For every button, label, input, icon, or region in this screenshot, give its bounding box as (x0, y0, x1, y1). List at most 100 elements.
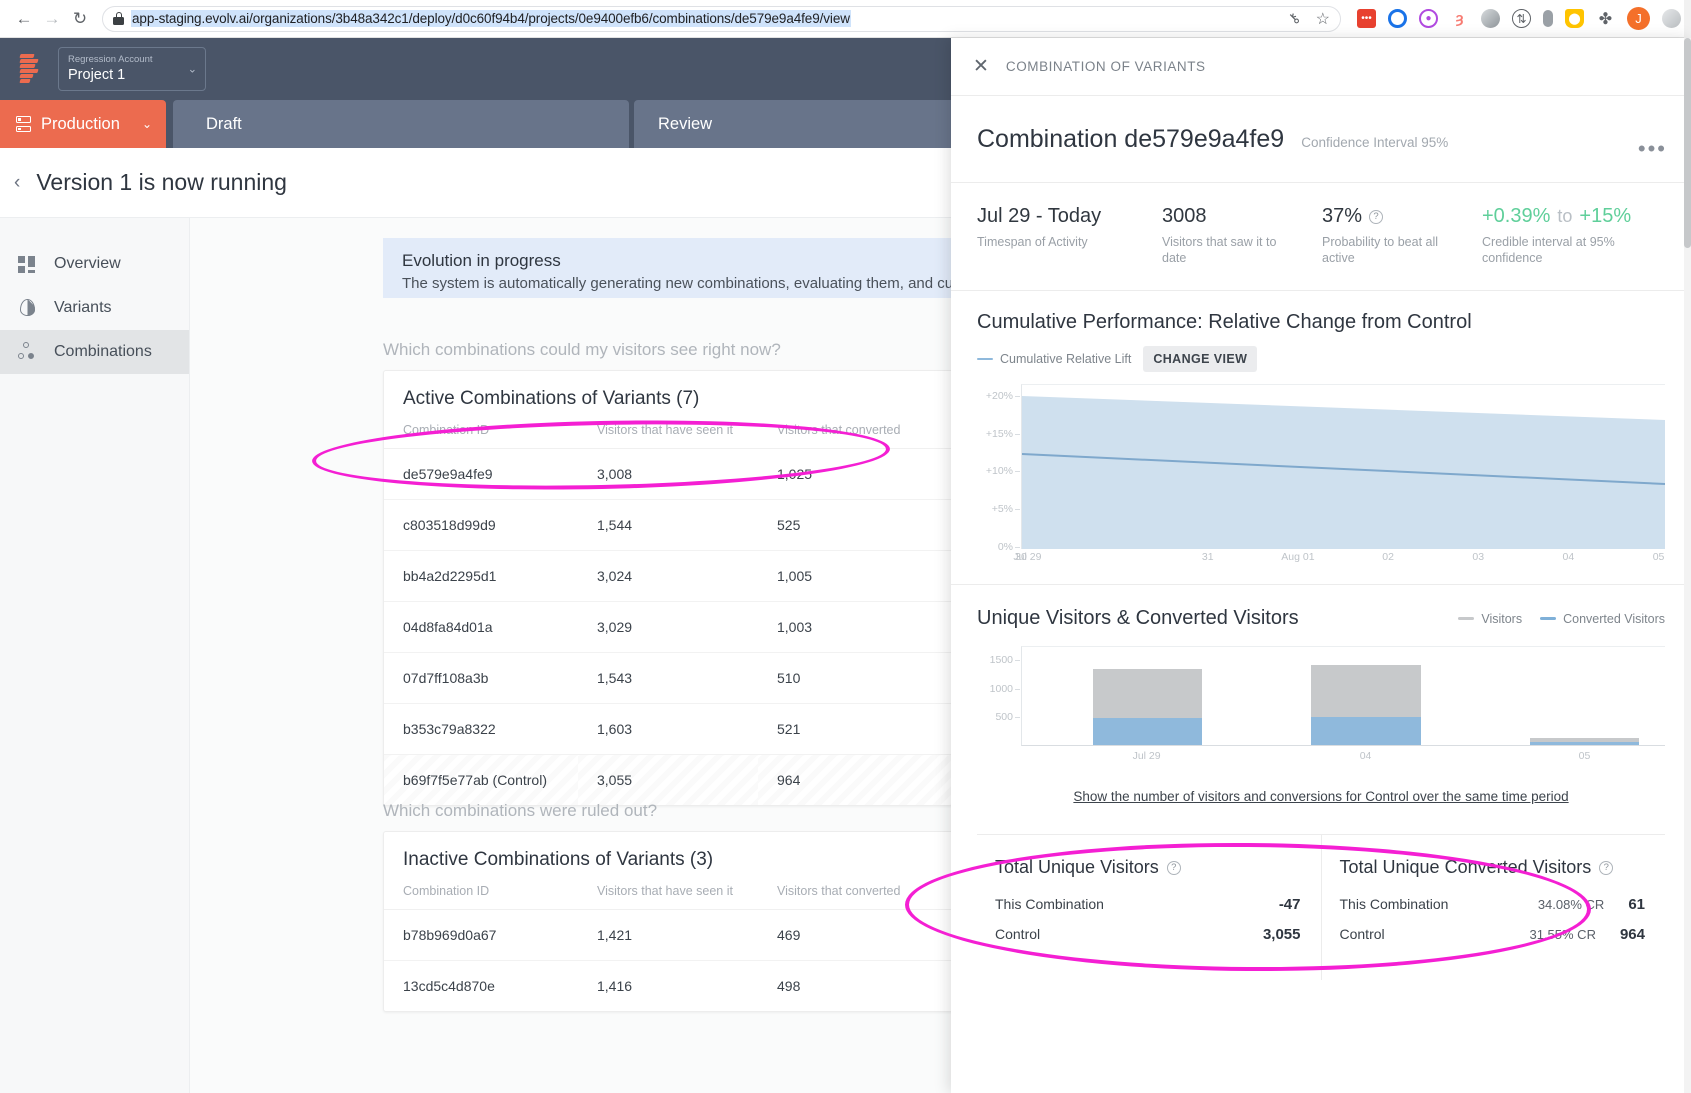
x-tick-label: 31 (1201, 551, 1214, 563)
total-row: Control 31.55% CR 964 (1340, 926, 1646, 943)
question-inactive-combinations: Which combinations were ruled out? (383, 801, 658, 820)
bar-chart: 1500 1000 500 Jul 29 04 05 (977, 646, 1665, 771)
sidebar-item-combinations[interactable]: Combinations (0, 330, 189, 374)
extensions-row: ••• ● ȝ ⇅ ⬤ ✤ J (1347, 7, 1681, 30)
extension-shield-icon[interactable]: ⬤ (1565, 9, 1584, 28)
combination-detail-panel: ✕ COMBINATION OF VARIANTS Combination de… (951, 38, 1691, 1093)
legend-converted-visitors: Converted Visitors (1540, 612, 1665, 626)
project-selector[interactable]: Regression Account Project 1 ⌄ (58, 47, 206, 91)
stat-label: Timespan of Activity (977, 235, 1088, 249)
stat-joiner: to (1557, 206, 1573, 226)
chart-title: Cumulative Performance: Relative Change … (977, 311, 1472, 333)
stat-value: Jul 29 - Today (977, 205, 1102, 227)
close-icon[interactable]: ✕ (973, 57, 989, 76)
password-key-icon[interactable]: ⚷ (1285, 9, 1304, 28)
tab-draft-label: Draft (206, 114, 242, 133)
y-tick-label: 500 (995, 711, 1020, 723)
panel-header: ✕ COMBINATION OF VARIANTS (951, 38, 1691, 96)
x-tick-label: 02 (1382, 551, 1394, 563)
browser-forward-button[interactable]: → (38, 5, 66, 33)
stat-value-row: +0.39% to +15% (1482, 205, 1682, 228)
cell-id: de579e9a4fe9 (384, 448, 578, 500)
total-row-label: This Combination (1339, 896, 1449, 912)
tab-review-label: Review (658, 114, 713, 133)
bookmark-star-icon[interactable]: ☆ (1316, 9, 1330, 29)
extension-mouse-icon[interactable] (1543, 10, 1553, 27)
sidebar-item-overview[interactable]: Overview (0, 242, 189, 286)
variants-droplet-icon (18, 298, 38, 318)
url-text: app-staging.evolv.ai/organizations/3b48a… (131, 10, 851, 27)
extension-puzzle-icon[interactable]: ✤ (1596, 9, 1615, 28)
column-header-id: Combination ID (384, 423, 578, 449)
cell-seen: 3,024 (578, 550, 758, 602)
change-view-button[interactable]: CHANGE VIEW (1143, 346, 1258, 372)
total-row: This Combination 34.08% CR 61 (1340, 896, 1646, 913)
x-tick-label: 05 (1652, 551, 1665, 563)
stat-value: 37% (1322, 205, 1363, 227)
legend-visitors: Visitors (1458, 612, 1522, 626)
legend-label: Visitors (1481, 611, 1523, 626)
line-chart: +20% +15% +10% +5% 0% Jul 29 30 31 Aug 0… (977, 384, 1666, 574)
x-tick-label: Jul 29 (1132, 750, 1161, 762)
x-axis: Jul 29 30 31 Aug 01 02 03 04 05 (1013, 551, 1665, 571)
unique-visitors-chart-block: Unique Visitors & Converted Visitors Vis… (951, 585, 1691, 834)
extension-purple-target-icon[interactable]: ● (1419, 9, 1438, 28)
stat-value-lower: +0.39% (1482, 205, 1551, 227)
chart-title: Unique Visitors & Converted Visitors (977, 607, 1299, 629)
extension-blue-ring-icon[interactable] (1388, 9, 1407, 28)
panel-stats: Jul 29 - Today Timespan of Activity 3008… (951, 183, 1691, 291)
help-icon[interactable]: ? (1599, 860, 1614, 875)
total-row-value: 3,055 (1262, 926, 1301, 943)
legend-cumulative-relative-lift: Cumulative Relative Lift (977, 352, 1131, 366)
more-options-icon[interactable]: ••• (1638, 136, 1667, 162)
extension-red-icon[interactable]: ••• (1357, 9, 1376, 28)
chart-legend-row: Cumulative Relative Lift CHANGE VIEW (977, 346, 1665, 372)
browser-back-button[interactable]: ← (10, 5, 38, 33)
account-label: Regression Account (68, 54, 153, 65)
cell-id: c803518d99d9 (384, 499, 578, 551)
show-control-comparison-link[interactable]: Show the number of visitors and conversi… (977, 789, 1665, 804)
browser-reload-button[interactable]: ↻ (66, 5, 94, 33)
cell-id: bb4a2d2295d1 (384, 550, 578, 602)
cell-id: 13cd5c4d870e (403, 978, 495, 994)
total-heading-row: Total Unique Converted Visitors ? (1340, 857, 1646, 878)
sidebar-item-variants[interactable]: Variants (0, 286, 189, 330)
panel-scrollbar[interactable] (1684, 38, 1691, 1093)
x-tick-label: 05 (1578, 750, 1591, 762)
legend-line-swatch (1458, 617, 1475, 620)
sidebar-item-label: Combinations (54, 343, 152, 360)
tab-draft[interactable]: Draft (173, 100, 629, 148)
cell-seen: 1,603 (578, 703, 758, 755)
question-active-combinations: Which combinations could my visitors see… (383, 340, 781, 359)
chrome-menu-icon[interactable] (1662, 9, 1681, 28)
help-icon[interactable]: ? (1369, 209, 1384, 224)
help-icon[interactable]: ? (1166, 860, 1181, 875)
panel-scrollbar-thumb[interactable] (1684, 38, 1691, 248)
chevron-down-icon: ⌄ (187, 63, 197, 76)
bar-segment-converted (1529, 742, 1640, 745)
total-row: This Combination -47 (995, 896, 1301, 913)
extension-globe-icon[interactable]: ⇅ (1512, 9, 1531, 28)
legend-line-swatch (977, 357, 993, 361)
extension-gray-sphere-icon[interactable] (1481, 9, 1500, 28)
bar-segment-visitors (1092, 668, 1203, 719)
cell-seen: 1,416 (597, 978, 633, 994)
stat-value: 3008 (1162, 205, 1207, 227)
stat-visitors: 3008 Visitors that saw it to date (1162, 205, 1322, 266)
x-axis: Jul 29 04 05 (1021, 750, 1665, 768)
cell-id: b353c79a8322 (384, 703, 578, 755)
legend-label: Converted Visitors (1563, 611, 1665, 626)
extension-salmon-g-icon[interactable]: ȝ (1450, 9, 1469, 28)
cell-id: b69f7f5e77ab (Control) (384, 754, 578, 805)
back-chevron-icon[interactable]: ‹ (14, 172, 20, 194)
address-bar[interactable]: app-staging.evolv.ai/organizations/3b48a… (102, 5, 1341, 32)
cell-id: 07d7ff108a3b (384, 652, 578, 704)
x-tick-label: 04 (1562, 551, 1575, 563)
profile-avatar[interactable]: J (1627, 7, 1650, 30)
total-unique-visitors-block: Total Unique Visitors ? This Combination… (977, 835, 1322, 980)
cell-seen: 1,421 (578, 909, 758, 961)
stat-probability: 37% ? Probability to beat all active (1322, 205, 1482, 266)
tab-production[interactable]: Production ⌄ (0, 100, 166, 148)
scrollbar-top-stub (1684, 0, 1691, 38)
lock-icon (113, 12, 124, 25)
